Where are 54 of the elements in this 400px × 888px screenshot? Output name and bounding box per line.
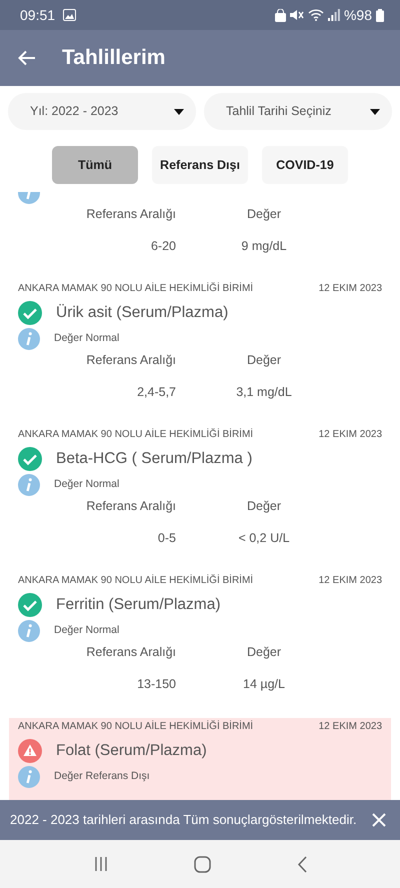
result-note: Değer Normal (54, 331, 120, 346)
reference-range: 0-5 (156, 530, 177, 547)
column-label: Referans Aralığı (85, 352, 177, 369)
back-icon[interactable] (297, 856, 308, 872)
home-icon[interactable] (194, 856, 212, 872)
result-value: 14 µg/L (242, 676, 286, 693)
lab-name: ANKARA MAMAK 90 NOLU AİLE HEKİMLİĞİ BİRİMİ (18, 281, 254, 296)
caret-icon (174, 108, 184, 114)
column-label: Referans Aralığı (85, 498, 177, 515)
signal-icon (328, 9, 340, 21)
dropdown[interactable]: Tahlil Tarihi Seçiniz (204, 93, 392, 130)
battery-icon (376, 8, 384, 22)
snackbar-message: 2022 - 2023 tarihleri arasında Tüm sonuçlargösterilmektedir. (10, 811, 357, 830)
result-value: 3,1 mg/dL (235, 384, 293, 401)
dropdown[interactable]: Yıl: 2022 - 2023 (8, 93, 196, 130)
result-note: Değer Referans Dışı (54, 769, 150, 784)
battery-percent: %98 (344, 6, 372, 24)
column-label: Değer (246, 206, 282, 223)
recent-apps-icon[interactable] (92, 856, 109, 872)
caret-icon (370, 108, 380, 114)
result-date: 12 EKIM 2023 (318, 574, 382, 588)
result-value: < 0,2 U/L (237, 530, 291, 547)
column-label: Değer (246, 644, 282, 661)
test-name: Folat (Serum/Plazma) (56, 741, 207, 762)
test-name: Ürik asit (Serum/Plazma) (56, 303, 228, 324)
result-note: Değer Normal (54, 623, 120, 638)
mute-icon (290, 9, 304, 21)
reference-range: 2,4-5,7 (136, 384, 177, 401)
filter-tab[interactable]: Tümü (52, 146, 138, 184)
result-date: 12 EKIM 2023 (318, 282, 382, 296)
close-icon[interactable] (372, 813, 386, 827)
reference-range: 13-150 (136, 676, 177, 693)
back-arrow-icon[interactable] (18, 50, 36, 66)
result-date: 12 EKIM 2023 (318, 720, 382, 734)
lab-name: ANKARA MAMAK 90 NOLU AİLE HEKİMLİĞİ BİRİMİ (18, 719, 254, 734)
image-icon (63, 9, 76, 21)
screen-title: Tahlillerim (62, 45, 166, 71)
reference-range: 6-20 (150, 238, 177, 255)
lab-name: ANKARA MAMAK 90 NOLU AİLE HEKİMLİĞİ BİRİMİ (18, 573, 254, 588)
column-label: Değer (246, 352, 282, 369)
filter-tab[interactable]: COVID-19 (262, 146, 348, 184)
result-value: 9 mg/dL (240, 238, 288, 255)
column-label: Referans Aralığı (85, 644, 177, 661)
lab-name: ANKARA MAMAK 90 NOLU AİLE HEKİMLİĞİ BİRİMİ (18, 427, 254, 442)
clock-time: 09:51 (20, 6, 56, 24)
column-label: Değer (246, 498, 282, 515)
result-date: 12 EKIM 2023 (318, 428, 382, 442)
wifi-icon (308, 9, 324, 21)
test-name: Beta-HCG ( Serum/Plazma ) (56, 449, 252, 470)
result-note: Değer Normal (54, 477, 120, 492)
filter-tab[interactable]: Referans Dışı (152, 146, 248, 184)
column-label: Referans Aralığı (85, 206, 177, 223)
test-name: Ferritin (Serum/Plazma) (56, 595, 220, 616)
lock-icon (274, 8, 286, 22)
